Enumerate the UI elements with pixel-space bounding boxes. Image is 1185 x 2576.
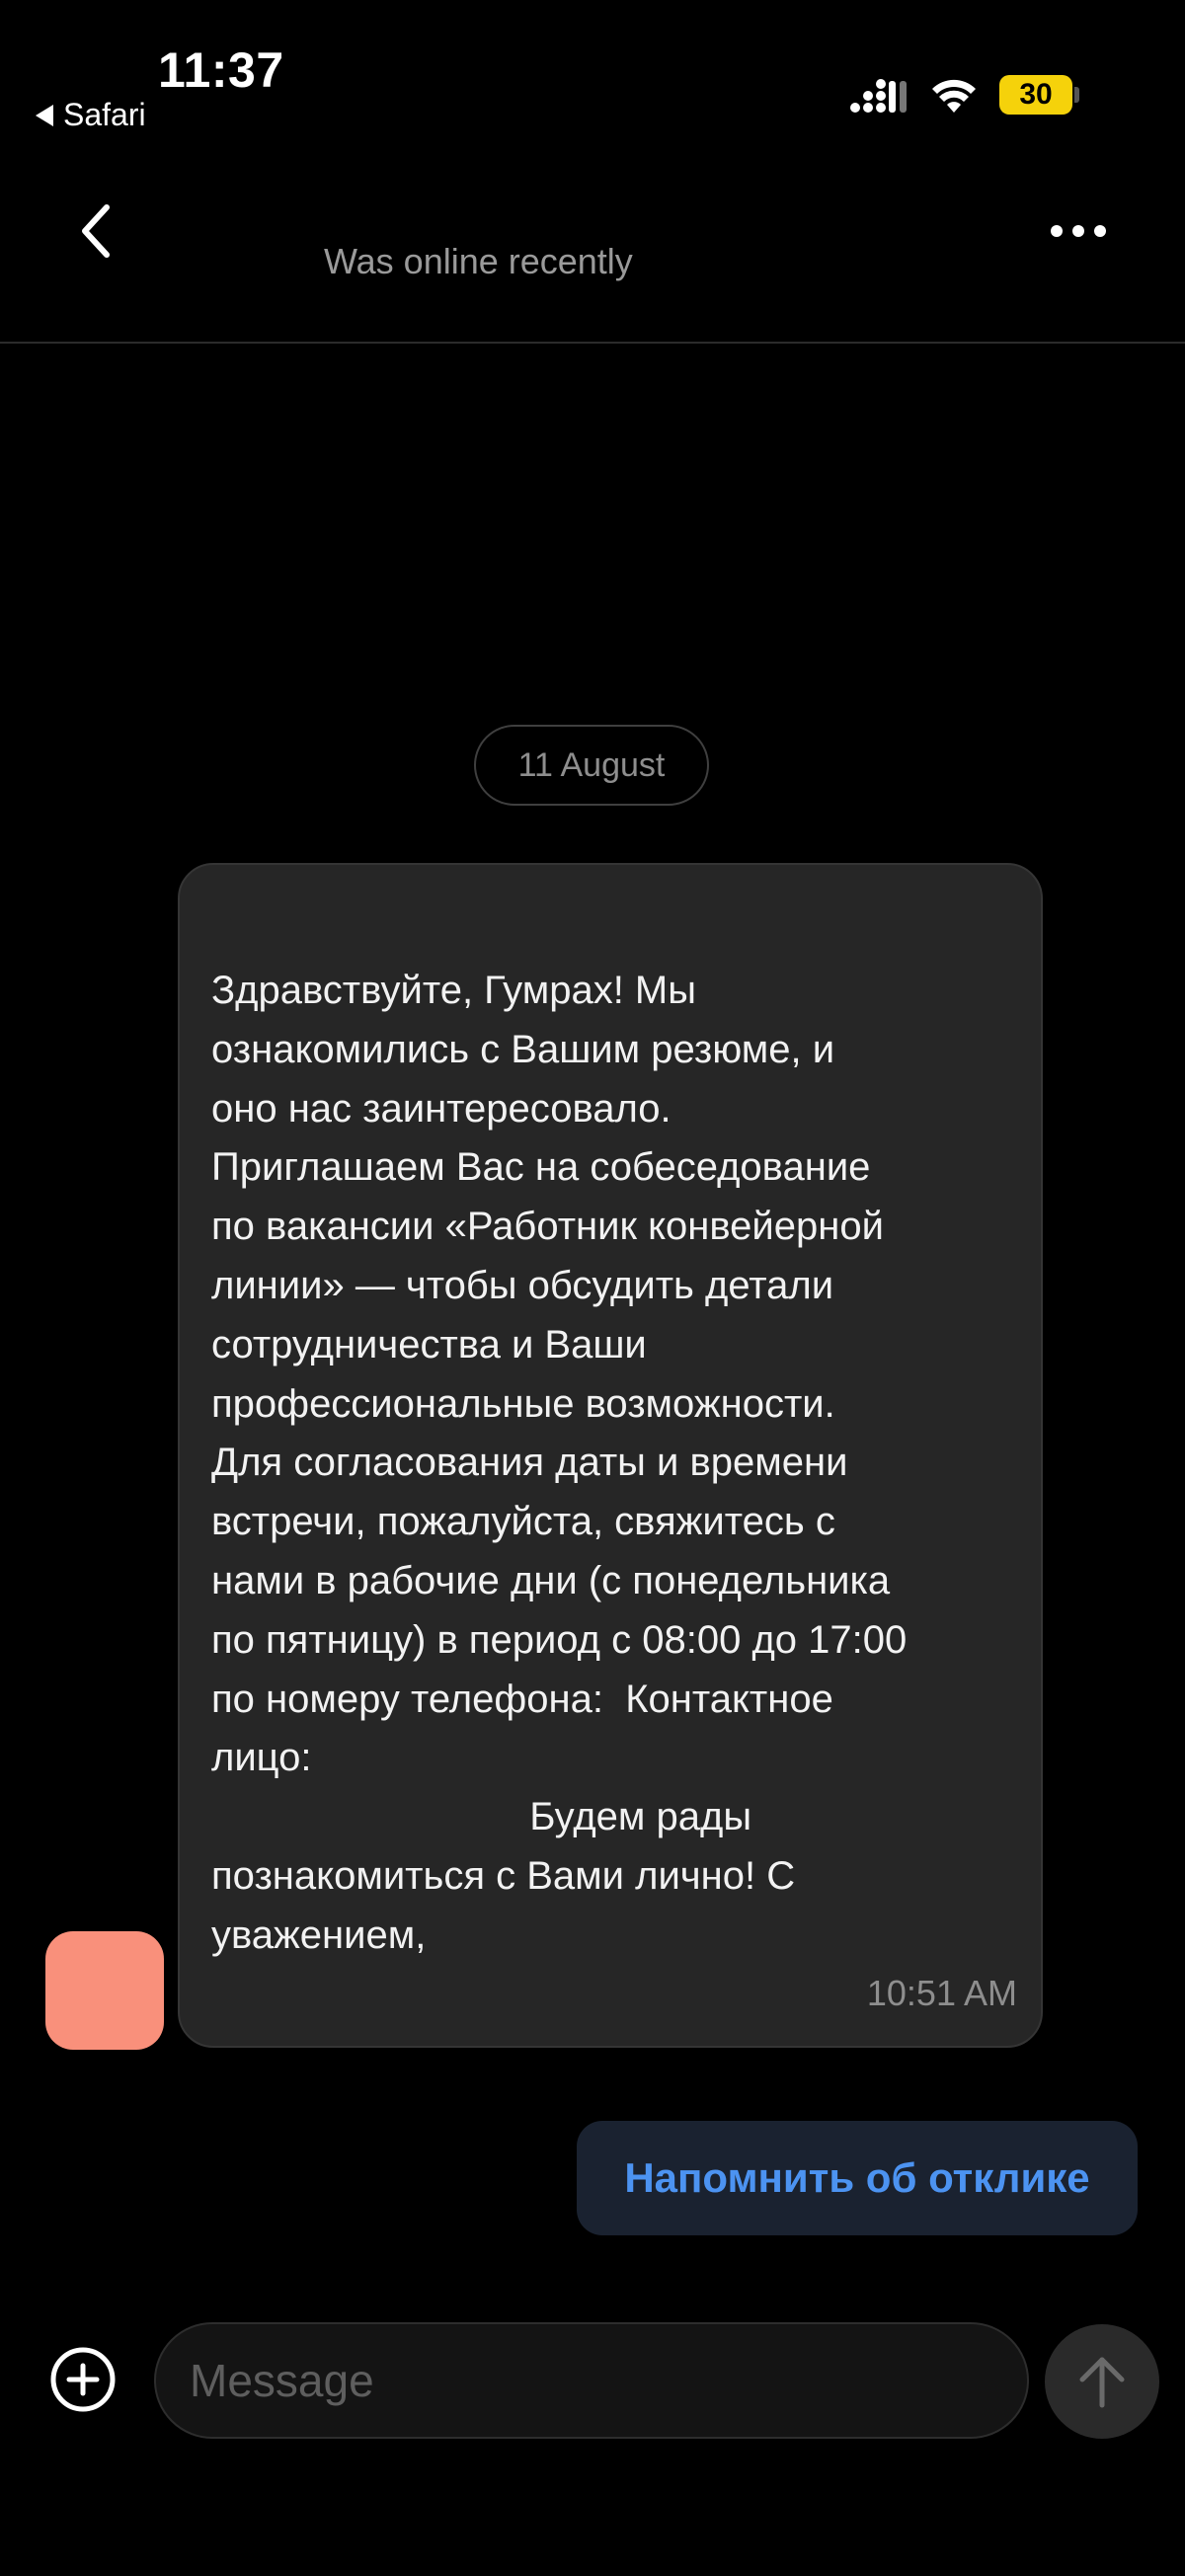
message-text: Здравствуйте, Гумрах! Мы ознакомились с … (211, 969, 908, 1957)
message-input[interactable] (154, 2322, 1029, 2439)
sender-avatar[interactable] (45, 1931, 164, 2050)
more-horizontal-icon[interactable] (1051, 221, 1106, 241)
battery-level: 30 (1019, 78, 1053, 111)
status-time: 11:37 (158, 42, 284, 98)
date-separator: 11 August (474, 725, 709, 806)
send-button[interactable] (1045, 2324, 1159, 2439)
battery-indicator: 30 (999, 75, 1072, 115)
message-timestamp: 10:51 AM (866, 1973, 1017, 2013)
back-to-app-link[interactable]: Safari (36, 97, 146, 133)
battery-cap (1074, 87, 1079, 103)
header-divider (0, 342, 1185, 344)
arrow-up-icon (1079, 2357, 1125, 2408)
plus-circle-icon[interactable] (49, 2346, 117, 2413)
chevron-left-icon[interactable] (77, 201, 117, 261)
remind-response-button[interactable]: Напомнить об отклике (577, 2121, 1138, 2235)
cellular-signal-icon (850, 79, 907, 113)
contact-status: Was online recently (324, 241, 633, 281)
back-app-label: Safari (63, 97, 146, 132)
wifi-icon (932, 79, 976, 113)
back-triangle-icon (36, 104, 53, 126)
